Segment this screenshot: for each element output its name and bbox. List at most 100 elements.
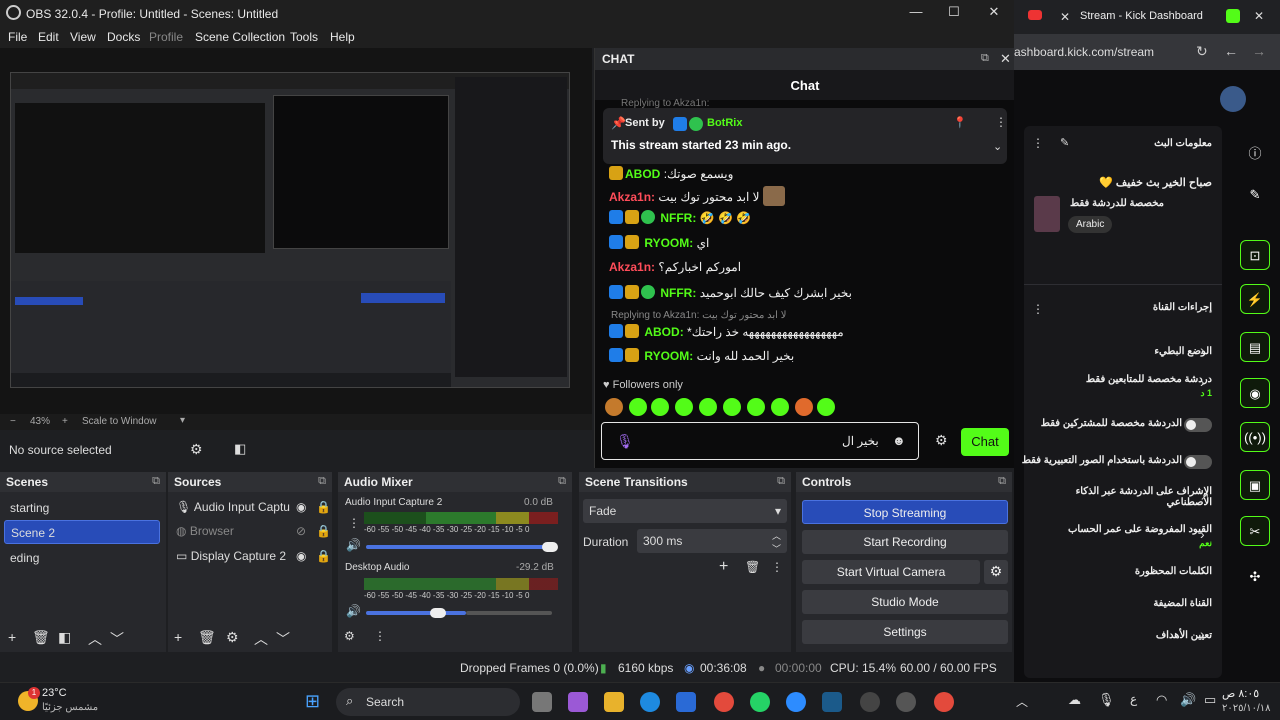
menu-scene-collection[interactable]: Scene Collection [195,30,285,44]
move-up-icon[interactable]: ︿ [88,629,102,649]
filters-icon[interactable]: ◧ [58,629,71,646]
volume-knob[interactable] [542,542,558,552]
apps-icon[interactable]: ✣ [1240,562,1270,592]
move-down-icon[interactable]: ﹀ [276,629,290,649]
scene-item[interactable]: eding [4,546,160,570]
chat-input[interactable]: 🎙 بخير ال ☻ [601,422,919,460]
close-icon[interactable]: ✕ [1254,9,1264,23]
more-icon[interactable]: ⋮ [348,516,360,530]
chevron-right-icon[interactable]: › [1200,374,1205,390]
chevron-right-icon[interactable]: › [1200,562,1205,578]
more-icon[interactable]: ⋮ [374,629,386,643]
menu-edit[interactable]: Edit [38,30,59,44]
chevron-down-icon[interactable]: ▾ [180,415,185,426]
edit-icon[interactable]: ✎ [1240,180,1270,210]
chrome-icon[interactable] [714,692,734,712]
menu-docks[interactable]: Docks [107,30,140,44]
youtube-icon[interactable] [1028,10,1042,20]
subscribers-only-toggle[interactable] [1184,418,1212,432]
edit-icon[interactable]: ✎ [1060,136,1069,149]
scene-item-selected[interactable]: Scene 2 [4,520,160,544]
volume-knob[interactable] [430,608,446,618]
scene-item[interactable]: starting [4,496,160,520]
broadcast-icon[interactable]: ((•)) [1240,422,1270,452]
float-icon[interactable]: ⧉ [152,475,160,488]
scale-mode[interactable]: Scale to Window [82,416,156,427]
chevron-right-icon[interactable]: › [1200,342,1205,358]
studio-mode-button[interactable]: Studio Mode [802,590,1008,614]
pinned-message[interactable]: 📌 Sent by BotRix This stream started 23 … [603,108,1007,164]
chrome-icon[interactable] [934,692,954,712]
float-icon[interactable]: ⧉ [777,475,785,488]
add-icon[interactable]: + [719,558,728,576]
chat-message[interactable]: NFFR: 🤣 🤣 🤣 [609,210,751,232]
external-link-icon[interactable]: ↗ [1200,490,1209,503]
menu-file[interactable]: File [8,30,27,44]
close-icon[interactable]: ✕ [1060,10,1070,24]
move-up-icon[interactable]: ︿ [254,629,268,649]
close-icon[interactable]: ✕ [974,4,1014,20]
chat-icon[interactable]: ◉ [1240,378,1270,408]
chevron-down-icon[interactable]: ⌄ [993,140,1002,153]
source-item[interactable]: 🎙 Audio Input Captu ◉ 🔒 [176,500,331,518]
chat-message[interactable]: NFFR: بخير ابشرك كيف حالك ابوحميد [609,285,852,307]
chat-message[interactable]: RYOOM: بخير الحمد لله وانت [609,348,794,370]
menu-profile[interactable]: Profile [149,30,183,44]
copilot-icon[interactable] [568,692,588,712]
forward-icon[interactable]: → [1252,43,1266,59]
float-icon[interactable]: ⧉ [318,475,326,488]
menu-view[interactable]: View [70,30,96,44]
volume-slider[interactable] [366,545,552,549]
duration-input[interactable]: 300 ms ︿ ﹀ [637,529,787,554]
emote-bar[interactable] [605,398,835,416]
more-icon[interactable]: ⋮ [771,560,783,574]
zoom-icon[interactable] [786,692,806,712]
clock-date[interactable]: ٢٠٢٥/١٠/١٨ [1222,703,1271,714]
refresh-icon[interactable]: ↻ [1196,43,1208,60]
chevron-right-icon[interactable]: › [1200,626,1205,642]
gear-icon[interactable]: ⚙ [344,629,355,643]
trash-icon[interactable]: 🗑 [32,629,50,646]
more-icon[interactable]: ⋮ [995,115,1007,129]
speaker-icon[interactable]: 🔊 [346,538,361,552]
menu-help[interactable]: Help [330,30,355,44]
wifi-icon[interactable]: ◠ [1156,692,1167,708]
address-bar[interactable]: ashboard.kick.com/stream ↻ ← → [1014,34,1280,70]
chat-send-button[interactable]: Chat [961,428,1009,456]
gear-icon[interactable]: ⚙ [226,629,239,646]
stop-streaming-button[interactable]: Stop Streaming [802,500,1008,524]
trash-icon[interactable]: 🗑 [745,560,760,574]
start-recording-button[interactable]: Start Recording [802,530,1008,554]
gear-icon[interactable]: ⚙ [190,441,203,458]
float-icon[interactable]: ⧉ [981,52,989,65]
more-icon[interactable]: ⋮ [1032,136,1044,150]
preview-area[interactable] [0,48,592,414]
chevron-right-icon[interactable]: › [1200,526,1205,542]
more-icon[interactable]: ⋮ [1032,302,1044,316]
steam-icon[interactable] [822,692,842,712]
emoji-icon[interactable]: ☻ [892,433,906,448]
gear-icon[interactable]: ⚙ [935,432,948,449]
language-icon[interactable]: ع [1130,692,1137,706]
zoom-out-icon[interactable]: − [10,416,16,427]
obs-icon[interactable] [896,692,916,712]
start-virtual-camera-button[interactable]: Start Virtual Camera [802,560,980,584]
avatar[interactable] [1220,86,1246,112]
transition-select[interactable]: Fade ▾ [583,499,787,523]
move-down-icon[interactable]: ﹀ [110,629,124,649]
filters-icon[interactable]: ◧ [234,441,246,457]
pinned-user[interactable]: BotRix [707,117,742,129]
chat-message[interactable]: ABOD: *مههههههههههههههههه خذ راحتك [609,324,844,346]
search-box[interactable]: ⌕ Search [336,688,520,716]
lightning-icon[interactable]: ⚡ [1240,284,1270,314]
url-text[interactable]: ashboard.kick.com/stream [1014,45,1154,59]
battery-icon[interactable]: ▭ [1204,692,1216,708]
menu-tools[interactable]: Tools [290,30,318,44]
speaker-icon[interactable]: 🔊 [346,604,361,618]
maximize-icon[interactable]: ☐ [934,4,974,20]
zoom-in-icon[interactable]: + [62,416,68,427]
float-icon[interactable]: ⧉ [998,475,1006,488]
chat-message[interactable]: Akza1n: لا ابد محتور توك بيت [609,186,787,208]
close-icon[interactable]: ✕ [1000,51,1011,67]
chat-input-value[interactable]: بخير ال [842,434,879,448]
